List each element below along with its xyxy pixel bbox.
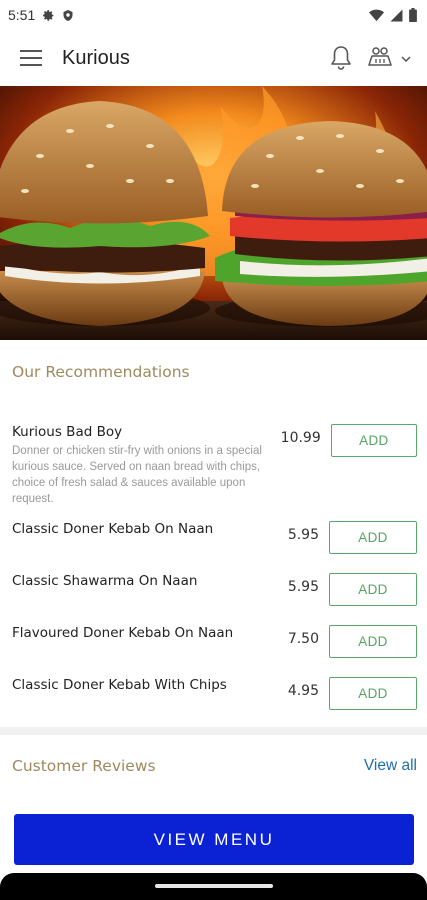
status-time: 5:51: [8, 7, 36, 23]
gear-icon: [42, 9, 55, 22]
add-button[interactable]: ADD: [329, 677, 417, 710]
menu-item-name: Kurious Bad Boy: [12, 424, 123, 440]
menu-item-text: Classic Doner Kebab With Chips: [12, 677, 259, 710]
view-menu-button[interactable]: VIEW MENU: [14, 814, 414, 865]
recommendations-section: Our Recommendations Kurious Bad Boy Donn…: [0, 341, 427, 727]
menu-item: Classic Shawarma On Naan 5.95 ADD: [12, 573, 417, 606]
add-button[interactable]: ADD: [330, 424, 417, 457]
menu-item-text: Kurious Bad Boy Donner or chicken stir-f…: [12, 424, 262, 507]
bell-icon[interactable]: [329, 45, 353, 71]
menu-item-name: Classic Doner Kebab On Naan: [12, 521, 214, 537]
menu-item-text: Classic Shawarma On Naan: [12, 573, 259, 606]
view-all-link[interactable]: View all: [364, 757, 417, 775]
home-gesture-pill[interactable]: [155, 884, 273, 888]
add-button[interactable]: ADD: [329, 573, 417, 606]
status-left: 5:51: [8, 7, 74, 23]
add-button[interactable]: ADD: [329, 521, 417, 554]
menu-item-name: Flavoured Doner Kebab On Naan: [12, 625, 234, 641]
menu-item-price: 5.95: [287, 579, 319, 595]
hamburger-menu-icon[interactable]: [0, 30, 62, 86]
add-button[interactable]: ADD: [329, 625, 417, 658]
shield-icon: [62, 9, 74, 22]
menu-item-price: 5.95: [287, 527, 319, 543]
menu-item-price: 10.99: [280, 430, 321, 446]
chevron-down-icon: [401, 49, 411, 67]
menu-item-text: Classic Doner Kebab On Naan: [12, 521, 259, 554]
menu-item: Classic Doner Kebab With Chips 4.95 ADD: [12, 677, 417, 710]
menu-item-text: Flavoured Doner Kebab On Naan: [12, 625, 259, 658]
menu-item: Classic Doner Kebab On Naan 5.95 ADD: [12, 521, 417, 554]
recommendations-title: Our Recommendations: [12, 363, 190, 381]
wifi-icon: [369, 9, 384, 22]
status-right: [369, 8, 417, 22]
system-nav-bar: [0, 873, 427, 900]
app-actions: [329, 45, 427, 72]
cart-icon: [367, 45, 393, 72]
battery-icon: [409, 8, 417, 22]
menu-item-name: Classic Doner Kebab With Chips: [12, 677, 227, 693]
reviews-section: Customer Reviews View all: [0, 735, 427, 805]
menu-item: Flavoured Doner Kebab On Naan 7.50 ADD: [12, 625, 417, 658]
burgers-illustration: [0, 86, 427, 340]
app-title: Kurious: [62, 46, 130, 69]
app-bar: Kurious: [0, 30, 427, 86]
menu-item: Kurious Bad Boy Donner or chicken stir-f…: [12, 424, 417, 507]
reviews-title: Customer Reviews: [12, 757, 156, 775]
menu-item-price: 7.50: [287, 631, 319, 647]
menu-item-description: Donner or chicken stir-fry with onions i…: [12, 445, 262, 505]
section-divider: [0, 727, 427, 735]
menu-item-price: 4.95: [287, 683, 319, 699]
hero-burger-image: [0, 86, 427, 340]
signal-icon: [390, 9, 403, 22]
cart-button[interactable]: [367, 45, 411, 72]
status-bar: 5:51: [0, 0, 427, 30]
menu-item-name: Classic Shawarma On Naan: [12, 573, 198, 589]
